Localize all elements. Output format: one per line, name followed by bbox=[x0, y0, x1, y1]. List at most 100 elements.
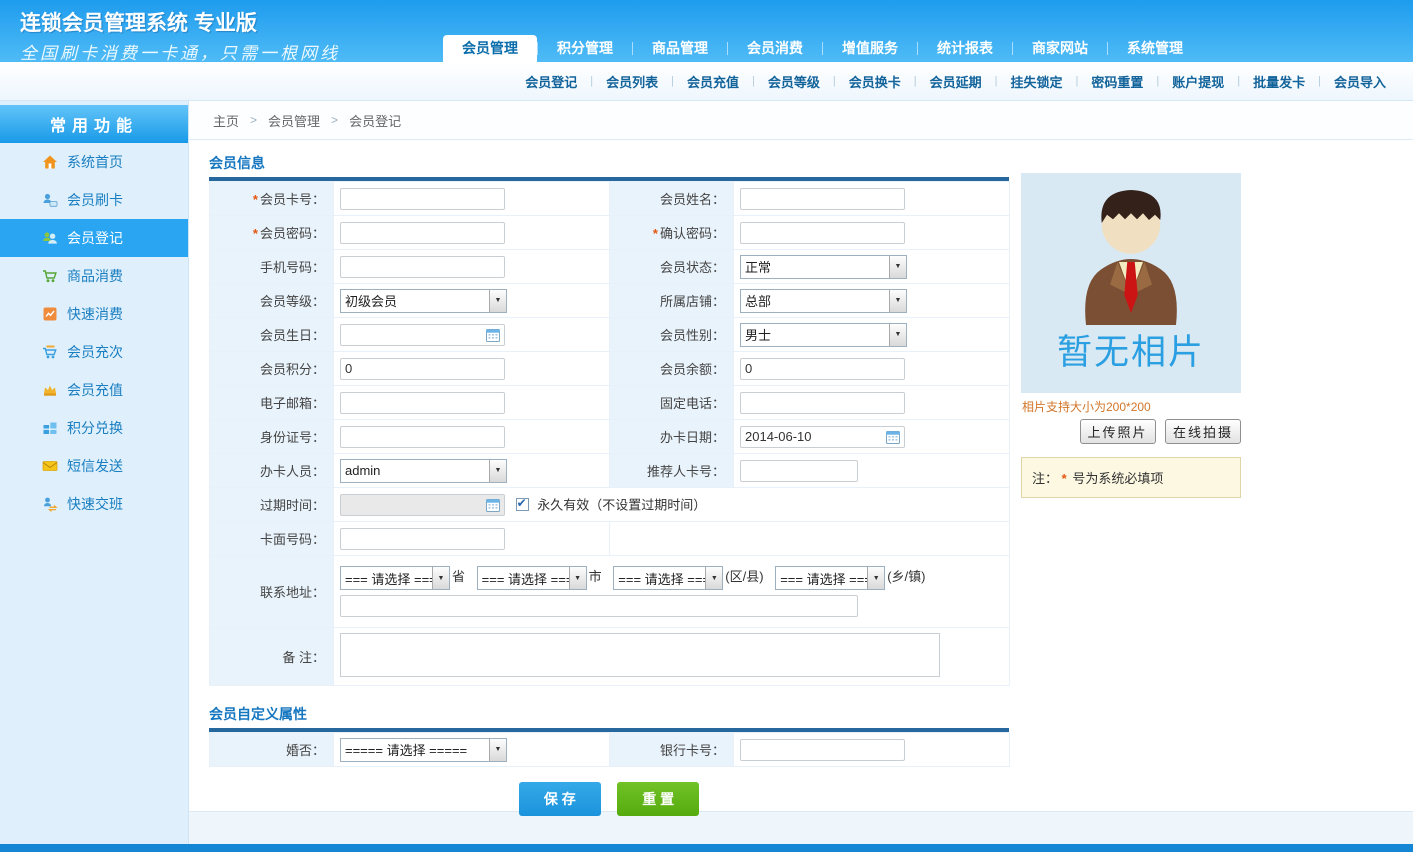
sidebar-item-goods-consume[interactable]: 商品消费 bbox=[0, 257, 188, 295]
sidebar: 常用功能 系统首页 会员刷卡 会员登记 商品消费 bbox=[0, 101, 188, 844]
subnav-batch-cards[interactable]: 批量发卡 bbox=[1240, 72, 1318, 91]
level-select[interactable]: 初级会员 bbox=[340, 289, 507, 313]
sidebar-item-quick-consume[interactable]: 快速消费 bbox=[0, 295, 188, 333]
online-capture-button[interactable]: 在线拍摄 bbox=[1165, 419, 1241, 444]
status-select[interactable]: 正常 bbox=[740, 255, 907, 279]
referrer-input[interactable] bbox=[740, 460, 858, 482]
expire-input bbox=[340, 494, 505, 516]
sidebar-item-label: 会员刷卡 bbox=[67, 190, 123, 210]
mobile-input[interactable] bbox=[340, 256, 505, 278]
permanent-valid-checkbox[interactable] bbox=[516, 498, 529, 511]
sms-envelope-icon bbox=[42, 458, 58, 474]
custom-attrs-form: 婚否： ===== 请选择 ===== 银行卡号： bbox=[209, 732, 1010, 767]
subnav-loss-lock[interactable]: 挂失锁定 bbox=[997, 72, 1075, 91]
tab-points-manage[interactable]: 积分管理 bbox=[538, 35, 632, 62]
app-title: 连锁会员管理系统 专业版 bbox=[20, 7, 340, 37]
subnav-member-import[interactable]: 会员导入 bbox=[1321, 72, 1399, 91]
sidebar-item-label: 会员充值 bbox=[67, 380, 123, 400]
save-button[interactable]: 保 存 bbox=[519, 782, 601, 816]
subnav-password-reset[interactable]: 密码重置 bbox=[1078, 72, 1156, 91]
birthday-label: 会员生日： bbox=[260, 328, 325, 343]
bank-card-input[interactable] bbox=[740, 739, 905, 761]
calendar-icon[interactable] bbox=[486, 328, 500, 345]
district-select[interactable]: === 请选择 === bbox=[613, 566, 723, 590]
subnav-member-level[interactable]: 会员等级 bbox=[755, 72, 833, 91]
store-select[interactable]: 总部 bbox=[740, 289, 907, 313]
sidebar-item-sms[interactable]: 短信发送 bbox=[0, 447, 188, 485]
recharge-times-cart-icon bbox=[42, 344, 58, 360]
calendar-icon[interactable] bbox=[486, 498, 500, 515]
sidebar-item-member-register[interactable]: 会员登记 bbox=[0, 219, 188, 257]
sub-nav: 会员登记 | 会员列表 | 会员充值 | 会员等级 | 会员换卡 | 会员延期 … bbox=[0, 62, 1413, 101]
app-header: 连锁会员管理系统 专业版 全国刷卡消费一卡通，只需一根网线 会员管理 积分管理 … bbox=[0, 0, 1413, 62]
sidebar-item-recharge-times[interactable]: 会员充次 bbox=[0, 333, 188, 371]
quick-consume-icon bbox=[42, 306, 58, 322]
subnav-member-recharge[interactable]: 会员充值 bbox=[674, 72, 752, 91]
subnav-withdraw[interactable]: 账户提现 bbox=[1159, 72, 1237, 91]
tab-member-manage[interactable]: 会员管理 bbox=[443, 35, 537, 62]
status-label: 会员状态： bbox=[660, 260, 725, 275]
permanent-valid-label: 永久有效（不设置过期时间） bbox=[537, 497, 706, 512]
card-no-label: 会员卡号： bbox=[260, 192, 325, 207]
calendar-icon[interactable] bbox=[886, 430, 900, 447]
gender-select[interactable]: 男士 bbox=[740, 323, 907, 347]
sidebar-item-shift-change[interactable]: 快速交班 bbox=[0, 485, 188, 523]
tab-report[interactable]: 统计报表 bbox=[918, 35, 1012, 62]
sidebar-item-recharge[interactable]: 会员充值 bbox=[0, 371, 188, 409]
breadcrumb-home[interactable]: 主页 bbox=[213, 111, 239, 130]
photo-panel: 暂无相片 相片支持大小为200*200 上传照片 在线拍摄 注： * 号为系统必… bbox=[1021, 140, 1243, 826]
birthday-input[interactable] bbox=[340, 324, 505, 346]
sidebar-item-label: 会员登记 bbox=[67, 228, 123, 248]
points-input[interactable] bbox=[340, 358, 505, 380]
operator-select[interactable]: admin bbox=[340, 459, 507, 483]
phone-input[interactable] bbox=[740, 392, 905, 414]
confirm-password-input[interactable] bbox=[740, 222, 905, 244]
gender-label: 会员性别： bbox=[660, 328, 725, 343]
home-icon bbox=[42, 154, 58, 170]
tab-value-service[interactable]: 增值服务 bbox=[823, 35, 917, 62]
email-input[interactable] bbox=[340, 392, 505, 414]
sidebar-item-member-swipe[interactable]: 会员刷卡 bbox=[0, 181, 188, 219]
town-suffix: (乡/镇) bbox=[887, 569, 925, 584]
city-select[interactable]: === 请选择 === bbox=[477, 566, 587, 590]
tab-system-manage[interactable]: 系统管理 bbox=[1108, 35, 1202, 62]
address-detail-input[interactable] bbox=[340, 595, 858, 617]
subnav-card-replace[interactable]: 会员换卡 bbox=[836, 72, 914, 91]
balance-input[interactable] bbox=[740, 358, 905, 380]
card-face-label: 卡面号码： bbox=[260, 532, 325, 547]
name-label: 会员姓名： bbox=[660, 192, 725, 207]
card-face-input[interactable] bbox=[340, 528, 505, 550]
subnav-member-register[interactable]: 会员登记 bbox=[512, 72, 590, 91]
tab-merchant-site[interactable]: 商家网站 bbox=[1013, 35, 1107, 62]
name-input[interactable] bbox=[740, 188, 905, 210]
content-area: 主页 > 会员管理 > 会员登记 会员信息 *会员卡号： 会员姓名： bbox=[188, 101, 1413, 844]
card-no-input[interactable] bbox=[340, 188, 505, 210]
bank-card-label: 银行卡号： bbox=[660, 743, 725, 758]
reset-button[interactable]: 重 置 bbox=[617, 782, 699, 816]
sidebar-item-label: 系统首页 bbox=[67, 152, 123, 172]
sidebar-item-home[interactable]: 系统首页 bbox=[0, 143, 188, 181]
sidebar-item-label: 积分兑换 bbox=[67, 418, 123, 438]
upload-photo-button[interactable]: 上传照片 bbox=[1080, 419, 1156, 444]
password-input[interactable] bbox=[340, 222, 505, 244]
married-select[interactable]: ===== 请选择 ===== bbox=[340, 738, 507, 762]
goods-consume-cart-icon bbox=[42, 268, 58, 284]
issue-date-input[interactable] bbox=[740, 426, 905, 448]
sidebar-item-label: 快速消费 bbox=[67, 304, 123, 324]
no-photo-text: 暂无相片 bbox=[1057, 335, 1205, 370]
dropdown-arrow-icon bbox=[489, 739, 506, 761]
tab-member-consume[interactable]: 会员消费 bbox=[728, 35, 822, 62]
required-star: * bbox=[653, 226, 658, 241]
subnav-member-extend[interactable]: 会员延期 bbox=[917, 72, 995, 91]
breadcrumb-member-manage[interactable]: 会员管理 bbox=[268, 111, 320, 130]
sidebar-item-points-exchange[interactable]: 积分兑换 bbox=[0, 409, 188, 447]
town-select[interactable]: === 请选择 === bbox=[775, 566, 885, 590]
remark-textarea[interactable] bbox=[340, 633, 940, 677]
id-card-input[interactable] bbox=[340, 426, 505, 448]
province-select[interactable]: === 请选择 === bbox=[340, 566, 450, 590]
sidebar-item-label: 商品消费 bbox=[67, 266, 123, 286]
member-swipe-card-icon bbox=[42, 192, 58, 208]
tab-goods-manage[interactable]: 商品管理 bbox=[633, 35, 727, 62]
breadcrumb: 主页 > 会员管理 > 会员登记 bbox=[189, 101, 1413, 140]
subnav-member-list[interactable]: 会员列表 bbox=[593, 72, 671, 91]
